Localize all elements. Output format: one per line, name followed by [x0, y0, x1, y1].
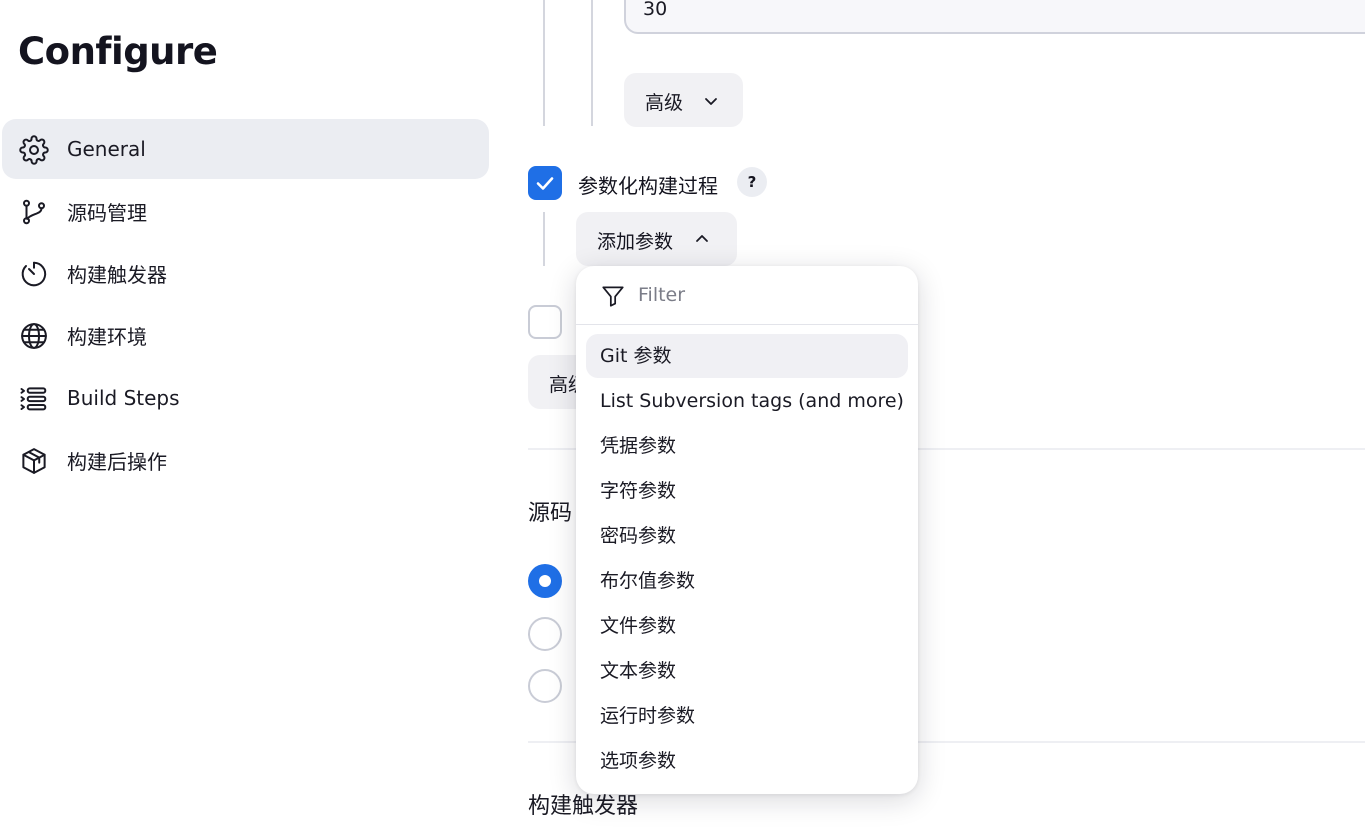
section-indent-line — [543, 212, 545, 266]
page-title: Configure — [18, 30, 218, 73]
sidebar-item-general[interactable]: General — [2, 119, 489, 179]
git-branch-icon — [18, 196, 50, 228]
filter-icon — [600, 283, 626, 313]
filter-row — [576, 266, 918, 324]
sidebar-item-label: Build Steps — [67, 386, 180, 410]
scm-radio-none[interactable] — [528, 564, 562, 598]
sidebar-item-post-build[interactable]: 构建后操作 — [2, 430, 489, 490]
add-parameter-label: 添加参数 — [597, 231, 674, 253]
configure-page: Configure General 源码管理 构建触发器 构建环境 Build … — [0, 0, 1365, 828]
package-icon — [18, 445, 50, 477]
menu-item-git-parameter[interactable]: Git 参数 — [586, 334, 908, 378]
sidebar-item-label: General — [67, 137, 146, 161]
menu-item-file-parameter[interactable]: 文件参数 — [586, 604, 908, 648]
sidebar-item-scm[interactable]: 源码管理 — [2, 181, 489, 241]
advanced-button-label: 高级 — [645, 92, 684, 114]
add-parameter-dropdown: Git 参数 List Subversion tags (and more) 凭… — [576, 266, 918, 794]
gear-icon — [18, 134, 50, 166]
menu-item-choice-parameter[interactable]: 选项参数 — [586, 739, 908, 783]
option-checkbox[interactable] — [528, 305, 562, 339]
sidebar-item-build-env[interactable]: 构建环境 — [2, 305, 489, 365]
sidebar-item-triggers[interactable]: 构建触发器 — [2, 243, 489, 303]
advanced-button[interactable]: 高级 — [624, 73, 743, 127]
add-parameter-button[interactable]: 添加参数 — [576, 212, 737, 266]
filter-divider — [576, 324, 918, 325]
check-icon — [536, 177, 554, 190]
scm-radio-git[interactable] — [528, 617, 562, 651]
globe-icon — [18, 320, 50, 352]
filter-input[interactable] — [638, 280, 898, 310]
menu-item-password-parameter[interactable]: 密码参数 — [586, 514, 908, 558]
sidebar-item-label: 构建触发器 — [67, 262, 167, 287]
parameterized-label: 参数化构建过程 — [578, 174, 718, 198]
scm-radio-svn[interactable] — [528, 669, 562, 703]
menu-item-boolean-parameter[interactable]: 布尔值参数 — [586, 559, 908, 603]
number-input[interactable]: 30 — [624, 0, 1365, 34]
menu-item-credentials-parameter[interactable]: 凭据参数 — [586, 424, 908, 468]
sidebar-item-label: 构建环境 — [67, 324, 147, 349]
sidebar-item-build-steps[interactable]: Build Steps — [2, 368, 489, 428]
menu-item-string-parameter[interactable]: 字符参数 — [586, 469, 908, 513]
sidebar-item-label: 源码管理 — [67, 200, 147, 225]
help-button[interactable]: ? — [737, 167, 767, 197]
menu-item-text-parameter[interactable]: 文本参数 — [586, 649, 908, 693]
chevron-down-icon — [703, 92, 719, 114]
timer-icon — [18, 258, 50, 290]
list-icon — [18, 383, 50, 415]
chevron-up-icon — [694, 231, 710, 251]
parameterized-checkbox[interactable] — [528, 166, 562, 200]
section-indent-line — [543, 0, 545, 126]
section-heading-scm: 源码 — [528, 501, 573, 526]
section-indent-line — [591, 0, 593, 126]
sidebar-item-label: 构建后操作 — [67, 449, 167, 474]
menu-item-run-parameter[interactable]: 运行时参数 — [586, 694, 908, 738]
menu-item-list-subversion-tags[interactable]: List Subversion tags (and more) — [586, 379, 908, 423]
